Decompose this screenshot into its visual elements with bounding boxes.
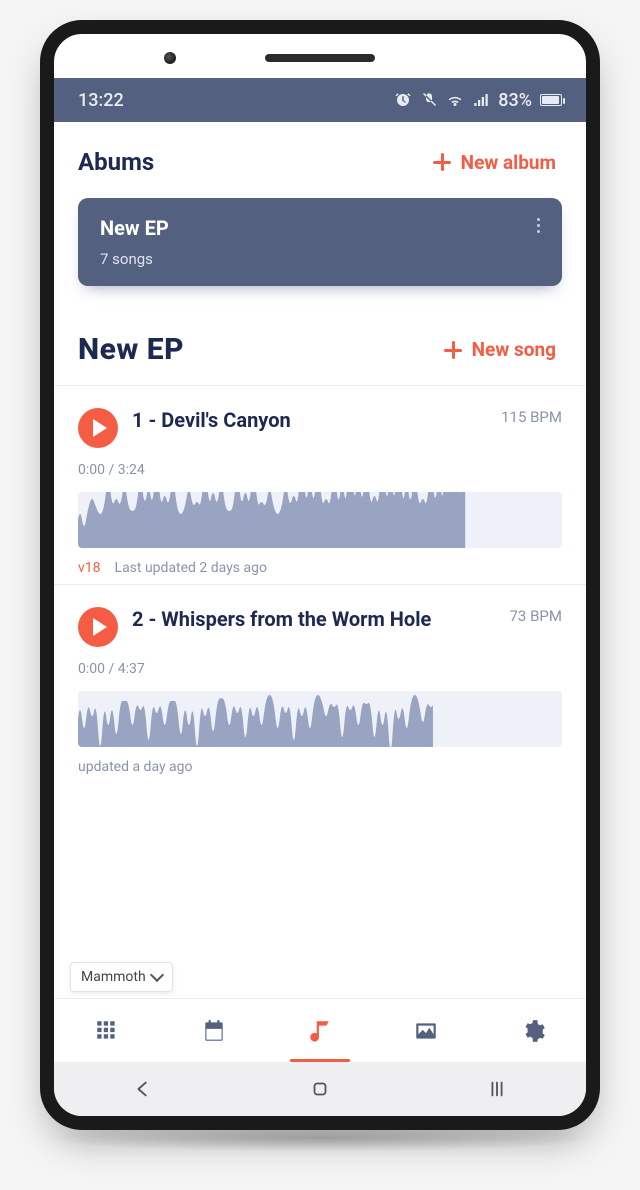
camera-dot (164, 52, 176, 64)
tab-calendar[interactable] (192, 1018, 236, 1044)
song-row: 1 - Devil's Canyon 115 BPM 0:00 / 3:24 (78, 386, 562, 584)
albums-header: Abums New album (78, 148, 562, 176)
song-title: 1 - Devil's Canyon (132, 408, 487, 433)
recents-icon (486, 1078, 508, 1100)
new-song-label: New song (472, 338, 556, 361)
phone-frame: 13:22 83% Abums New album (40, 20, 600, 1130)
app-root: Abums New album New EP 7 songs N (54, 122, 586, 1116)
system-nav (54, 1062, 586, 1116)
plus-icon (433, 153, 451, 171)
album-card-title: New EP (100, 216, 540, 240)
app-scroll[interactable]: Abums New album New EP 7 songs N (54, 122, 586, 998)
waveform[interactable] (78, 492, 562, 548)
song-title: 2 - Whispers from the Worm Hole (132, 607, 496, 632)
music-note-icon (307, 1018, 333, 1044)
tab-grid[interactable] (85, 1018, 129, 1044)
albums-title: Abums (78, 148, 154, 176)
home-icon (309, 1078, 331, 1100)
tab-music[interactable] (298, 1018, 342, 1044)
play-button[interactable] (78, 408, 118, 448)
status-time: 13:22 (78, 90, 124, 111)
back-icon (132, 1078, 154, 1100)
gallery-icon (413, 1018, 439, 1044)
waveform[interactable] (78, 691, 562, 747)
song-row: 2 - Whispers from the Worm Hole 73 BPM 0… (78, 585, 562, 783)
new-album-label: New album (461, 151, 556, 174)
new-song-button[interactable]: New song (444, 338, 562, 361)
battery-text: 83% (498, 90, 532, 111)
status-icons: 83% (394, 90, 562, 111)
album-card[interactable]: New EP 7 songs (78, 198, 562, 286)
alarm-icon (394, 91, 412, 109)
project-dropdown-label: Mammoth (81, 969, 146, 985)
gear-icon (520, 1018, 546, 1044)
tab-settings[interactable] (511, 1018, 555, 1044)
plus-icon (444, 341, 462, 359)
song-meta: updated a day ago (78, 759, 562, 775)
play-button[interactable] (78, 607, 118, 647)
sysnav-home[interactable] (285, 1078, 355, 1100)
sysnav-recents[interactable] (462, 1078, 532, 1100)
song-version: v18 (78, 560, 101, 576)
song-bpm: 115 BPM (501, 408, 562, 426)
chevron-down-icon (150, 968, 164, 982)
grid-icon (94, 1018, 120, 1044)
song-meta: v18 Last updated 2 days ago (78, 560, 562, 576)
kebab-icon[interactable] (531, 212, 546, 239)
song-updated: updated a day ago (78, 759, 193, 775)
battery-icon (540, 94, 562, 106)
song-bpm: 73 BPM (510, 607, 563, 625)
signal-icon (472, 91, 490, 109)
tab-gallery[interactable] (404, 1018, 448, 1044)
song-updated: Last updated 2 days ago (115, 560, 267, 576)
tab-bar (54, 998, 586, 1062)
calendar-icon (201, 1018, 227, 1044)
song-time: 0:00 / 3:24 (78, 462, 562, 478)
mute-icon (420, 91, 438, 109)
sysnav-back[interactable] (108, 1078, 178, 1100)
album-card-subtitle: 7 songs (100, 250, 540, 268)
new-album-button[interactable]: New album (433, 151, 562, 174)
album-detail-title: New EP (78, 332, 184, 367)
project-dropdown[interactable]: Mammoth (70, 962, 173, 992)
album-detail-header: New EP New song (78, 332, 562, 367)
song-time: 0:00 / 4:37 (78, 661, 562, 677)
wifi-icon (446, 91, 464, 109)
status-bar: 13:22 83% (54, 78, 586, 122)
